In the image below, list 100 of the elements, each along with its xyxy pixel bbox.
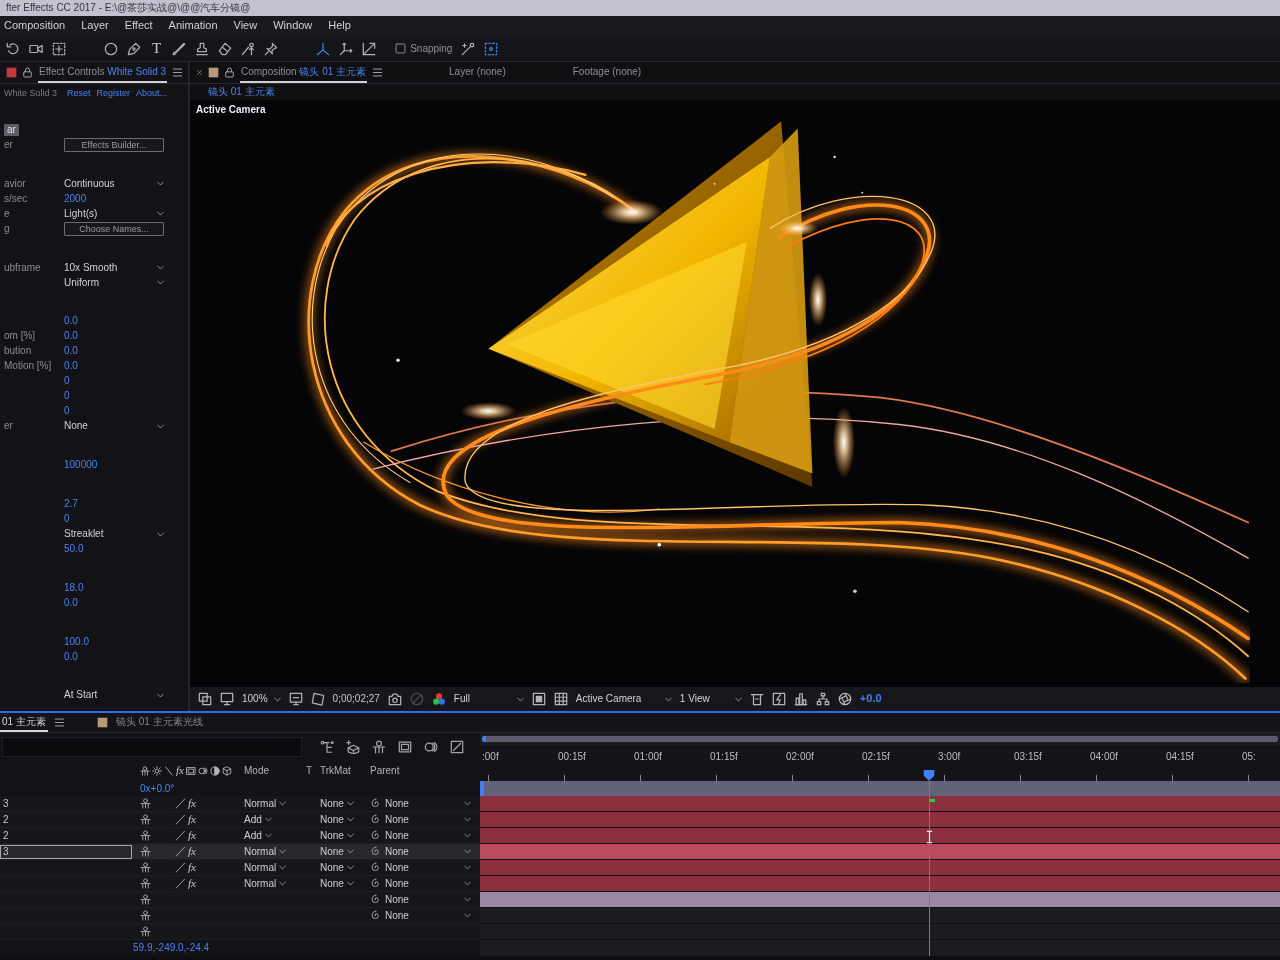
- effect-switch[interactable]: fx: [188, 812, 196, 827]
- layer-row[interactable]: 2 fx Add None None: [0, 812, 480, 828]
- property-value[interactable]: 0.0: [64, 315, 78, 328]
- property-value[interactable]: 0.0: [64, 345, 78, 358]
- reset-link[interactable]: Reset: [67, 88, 91, 99]
- timeline-icon[interactable]: [793, 692, 808, 706]
- view-layout-dropdown[interactable]: 1 View: [679, 693, 742, 705]
- property-value[interactable]: 100.0: [64, 635, 90, 648]
- parent-dropdown[interactable]: None: [385, 909, 471, 922]
- about-link[interactable]: About...: [136, 88, 168, 99]
- sun-icon[interactable]: [152, 766, 162, 776]
- grid-icon[interactable]: [288, 692, 303, 706]
- property-value[interactable]: 18.0: [64, 581, 84, 594]
- mode-dropdown[interactable]: Normal: [244, 845, 306, 858]
- snapshot-camera-icon[interactable]: [387, 692, 402, 706]
- track-matte-dropdown[interactable]: None: [320, 877, 370, 890]
- pan-behind-tool-icon[interactable]: [52, 41, 66, 56]
- zoom-dropdown[interactable]: 100%: [242, 693, 281, 705]
- effect-switch[interactable]: fx: [188, 876, 196, 891]
- graph-editor-icon[interactable]: [450, 740, 464, 754]
- spiral-icon[interactable]: [370, 878, 381, 889]
- mode-dropdown[interactable]: Normal: [244, 861, 306, 874]
- spiral-icon[interactable]: [370, 910, 381, 921]
- layer-row[interactable]: 2 fx Add None None: [0, 828, 480, 844]
- pin-tool-icon[interactable]: [264, 41, 279, 56]
- shy-icon[interactable]: [140, 830, 151, 841]
- track-matte-dropdown[interactable]: None: [320, 829, 370, 842]
- layer-name[interactable]: 2: [0, 828, 132, 843]
- snapping-toggle[interactable]: Snapping: [395, 42, 453, 55]
- pen-tool-icon[interactable]: [127, 41, 141, 56]
- shy-icon[interactable]: [372, 740, 386, 754]
- viewer-tab[interactable]: Layer (none): [448, 62, 507, 83]
- property-dropdown[interactable]: Streaklet: [64, 528, 164, 541]
- layer-name[interactable]: 2: [0, 812, 132, 827]
- parent-dropdown[interactable]: None: [385, 813, 471, 826]
- mask-icon[interactable]: [310, 692, 325, 706]
- property-value[interactable]: 0x+0.0°: [140, 782, 175, 795]
- spiral-icon[interactable]: [370, 798, 381, 809]
- property-value[interactable]: 50.0: [64, 543, 84, 556]
- monitor-icon[interactable]: [220, 692, 234, 706]
- menu-item[interactable]: Effect: [124, 19, 153, 33]
- menu-item[interactable]: Composition: [4, 19, 66, 33]
- stamp-tool-icon[interactable]: [195, 41, 210, 56]
- layer-row[interactable]: None: [0, 892, 480, 908]
- close-icon[interactable]: [196, 69, 203, 76]
- timeline-tab[interactable]: 镜头 01 主元素光线: [113, 713, 205, 732]
- quality-switch-icon[interactable]: [175, 862, 186, 873]
- property-button[interactable]: Choose Names...: [64, 221, 164, 236]
- shy-icon[interactable]: [140, 894, 151, 905]
- checkbox-icon[interactable]: [395, 43, 407, 54]
- parent-dropdown[interactable]: None: [385, 829, 471, 842]
- property-button[interactable]: Effects Builder...: [64, 138, 164, 153]
- property-value[interactable]: 0.0: [64, 360, 78, 373]
- parent-dropdown[interactable]: None: [385, 797, 471, 810]
- quality-switch-icon[interactable]: [175, 798, 186, 809]
- color-channels-icon[interactable]: [431, 692, 446, 706]
- exposure-icon[interactable]: [837, 692, 852, 706]
- menu-item[interactable]: Help: [328, 19, 351, 33]
- property-dropdown[interactable]: At Start: [64, 689, 164, 702]
- spiral-icon[interactable]: [370, 830, 381, 841]
- effect-switch[interactable]: fx: [188, 860, 196, 875]
- parent-dropdown[interactable]: None: [385, 877, 471, 890]
- parent-dropdown[interactable]: None: [385, 845, 471, 858]
- property-value[interactable]: 0: [64, 390, 70, 403]
- frame-blending-icon[interactable]: [398, 740, 412, 754]
- frame-blending-icon[interactable]: [185, 766, 196, 776]
- lock-icon[interactable]: [224, 67, 235, 78]
- timeline-tab[interactable]: 01 主元素: [0, 713, 48, 732]
- menu-item[interactable]: Layer: [81, 19, 109, 33]
- mode-dropdown[interactable]: Normal: [244, 877, 306, 890]
- motion-blur-icon[interactable]: [424, 740, 438, 754]
- property-dropdown[interactable]: None: [64, 420, 164, 433]
- quality-switch-icon[interactable]: [175, 814, 186, 825]
- effect-switch[interactable]: fx: [188, 796, 196, 811]
- viewer-tab[interactable]: Composition 镜头 01 主元素: [240, 62, 368, 83]
- exposure-value[interactable]: +0.0: [859, 692, 882, 706]
- layer-row[interactable]: 3 fx Normal None None: [0, 796, 480, 812]
- region-of-interest-icon[interactable]: [531, 692, 546, 706]
- shy-icon[interactable]: [140, 814, 151, 825]
- brush-tool-icon[interactable]: [172, 41, 187, 56]
- snap-option-icon[interactable]: [484, 41, 499, 56]
- shy-icon[interactable]: [140, 878, 151, 889]
- fast-preview-icon[interactable]: [771, 692, 786, 706]
- transparency-grid-icon[interactable]: [553, 692, 568, 706]
- shy-icon[interactable]: [140, 798, 151, 809]
- lock-icon[interactable]: [22, 67, 33, 78]
- property-value[interactable]: 0: [64, 513, 70, 526]
- spiral-icon[interactable]: [370, 862, 381, 873]
- menu-item[interactable]: Window: [273, 19, 313, 33]
- quality-switch-icon[interactable]: [175, 846, 186, 857]
- preview-icon[interactable]: [198, 692, 212, 706]
- motion-blur-icon[interactable]: [197, 766, 208, 776]
- property-dropdown[interactable]: Uniform: [64, 276, 164, 289]
- mode-dropdown[interactable]: Normal: [244, 797, 306, 810]
- spiral-icon[interactable]: [370, 814, 381, 825]
- menu-item[interactable]: Animation: [168, 19, 218, 33]
- layer-row[interactable]: None: [0, 908, 480, 924]
- layer-row[interactable]: 3 fx Normal None None: [0, 844, 480, 860]
- mode-dropdown[interactable]: Add: [244, 813, 306, 826]
- register-link[interactable]: Register: [96, 88, 131, 99]
